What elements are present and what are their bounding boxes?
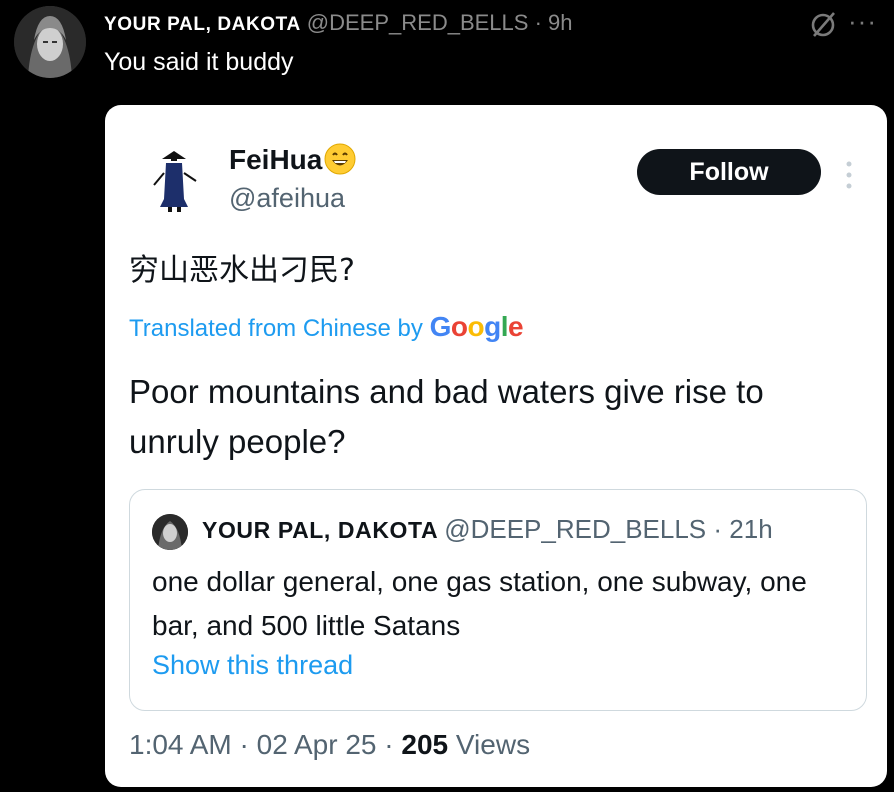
show-thread-link[interactable]: Show this thread <box>152 650 353 681</box>
reply-text: You said it buddy <box>104 48 294 76</box>
feihua-name-line: FeiHua <box>229 143 356 176</box>
quoted-time[interactable]: 21h <box>729 514 772 544</box>
reply-author-avatar[interactable] <box>14 6 86 78</box>
quoted-author-name[interactable]: YOUR PAL, DAKOTA <box>202 517 438 543</box>
embedded-tweet-card[interactable]: FeiHua @afeihua Follow 穷山恶水出刁民? Translat… <box>105 105 887 787</box>
follow-button[interactable]: Follow <box>637 149 821 195</box>
reply-author-line: YOUR PAL, DAKOTA @DEEP_RED_BELLS · 9h <box>104 10 573 36</box>
meta-dot: · <box>239 729 249 760</box>
feihua-handle[interactable]: @afeihua <box>229 183 345 214</box>
quoted-text: one dollar general, one gas station, one… <box>152 566 807 641</box>
tweet-time[interactable]: 1:04 AM <box>129 729 232 760</box>
slash-circle-icon[interactable] <box>807 8 839 40</box>
quoted-author-line: YOUR PAL, DAKOTA @DEEP_RED_BELLS · 21h <box>202 514 773 545</box>
reply-author-handle[interactable]: @DEEP_RED_BELLS <box>307 10 529 35</box>
reply-time[interactable]: 9h <box>548 10 572 35</box>
google-logo: Google <box>429 311 524 342</box>
tweet-date[interactable]: 02 Apr 25 <box>257 729 377 760</box>
feihua-avatar[interactable] <box>150 149 198 213</box>
reply-author-name[interactable]: YOUR PAL, DAKOTA <box>104 14 301 35</box>
quoted-author-avatar[interactable] <box>152 514 188 550</box>
quoted-author-handle[interactable]: @DEEP_RED_BELLS <box>444 514 706 544</box>
grinning-face-icon <box>324 143 356 175</box>
tweet-meta: 1:04 AM · 02 Apr 25 · 205 Views <box>129 729 530 761</box>
feihua-name[interactable]: FeiHua <box>229 144 322 175</box>
more-vertical-icon[interactable] <box>845 159 853 191</box>
meta-dot: · <box>384 729 394 760</box>
translated-label: Translated from Chinese by <box>129 315 423 342</box>
more-horizontal-icon[interactable]: ··· <box>848 6 877 37</box>
quoted-tweet[interactable]: YOUR PAL, DAKOTA @DEEP_RED_BELLS · 21h on… <box>129 489 867 711</box>
original-text: 穷山恶水出刁民? <box>129 253 355 288</box>
translated-from-line[interactable]: Translated from Chinese by Google <box>129 311 524 343</box>
quoted-separator: · <box>713 514 723 544</box>
translation-text: Poor mountains and bad waters give rise … <box>129 373 764 460</box>
views-count: 205 <box>401 729 449 760</box>
reply-separator: · <box>534 10 542 35</box>
views-label: Views <box>455 729 531 760</box>
